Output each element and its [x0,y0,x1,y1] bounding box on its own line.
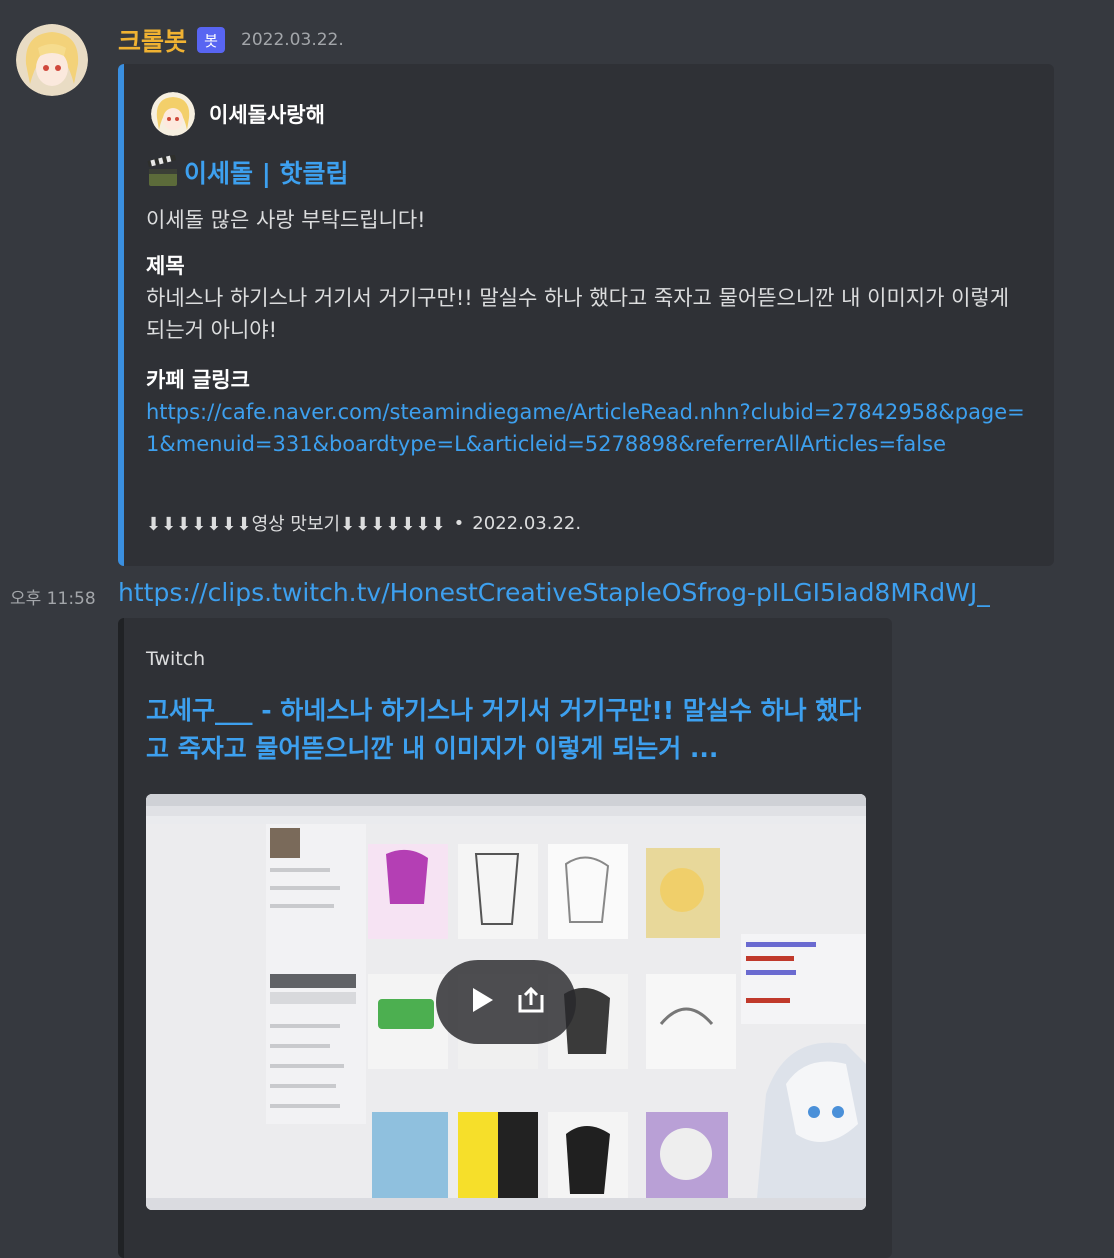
embed-author: 이세돌사랑해 [151,92,325,136]
author-avatar [151,92,195,136]
video-embed-title[interactable]: 고세구___ - 하네스나 하기스나 거기서 거기구만!! 말실수 하나 했다고… [146,692,876,768]
bot-tag: 봇 [197,27,226,53]
embed-author-name[interactable]: 이세돌사랑해 [209,99,325,129]
message-header: 크롤봇 봇 2022.03.22. [118,22,344,58]
embed-provider[interactable]: Twitch [146,648,205,670]
field-name-title: 제목 [146,254,185,278]
embed-title-text[interactable]: 이세돌 | 핫클립 [184,154,349,190]
footer-timestamp: 2022.03.22. [472,512,582,534]
message-time: 오후 11:58 [10,589,96,609]
video-embed: Twitch 고세구___ - 하네스나 하기스나 거기서 거기구만!! 말실수… [118,618,892,1258]
external-link-icon[interactable] [514,983,548,1021]
username[interactable]: 크롤봇 [118,22,187,58]
embed-footer: ⬇⬇⬇⬇⬇⬇⬇영상 맛보기⬇⬇⬇⬇⬇⬇⬇ • 2022.03.22. [146,510,581,536]
video-play-controls[interactable] [436,960,576,1044]
bot-avatar[interactable] [16,24,88,96]
video-thumbnail[interactable] [146,794,866,1210]
embed-description: 이세돌 많은 사랑 부탁드립니다! [146,208,426,232]
footer-separator: • [453,512,465,534]
embed-title[interactable]: 이세돌 | 핫클립 [146,154,349,190]
message-timestamp: 2022.03.22. [241,30,344,50]
twitch-clip-link[interactable]: https://clips.twitch.tv/HonestCreativeSt… [118,578,990,607]
field-value-title: 하네스나 하기스나 거기서 거기구만!! 말실수 하나 했다고 죽자고 물어뜯으… [146,286,1010,342]
play-icon[interactable] [464,983,498,1021]
footer-text: ⬇⬇⬇⬇⬇⬇⬇영상 맛보기⬇⬇⬇⬇⬇⬇⬇ [146,514,446,535]
cafe-article-link[interactable]: https://cafe.naver.com/steamindiegame/Ar… [146,396,1026,460]
clapper-board-icon [146,154,180,189]
field-name-link: 카페 글링크 [146,368,250,392]
rich-embed: 이세돌사랑해 이세돌 | 핫클립 이세돌 많은 사랑 부탁드립니다! 제목 하네… [118,64,1054,566]
